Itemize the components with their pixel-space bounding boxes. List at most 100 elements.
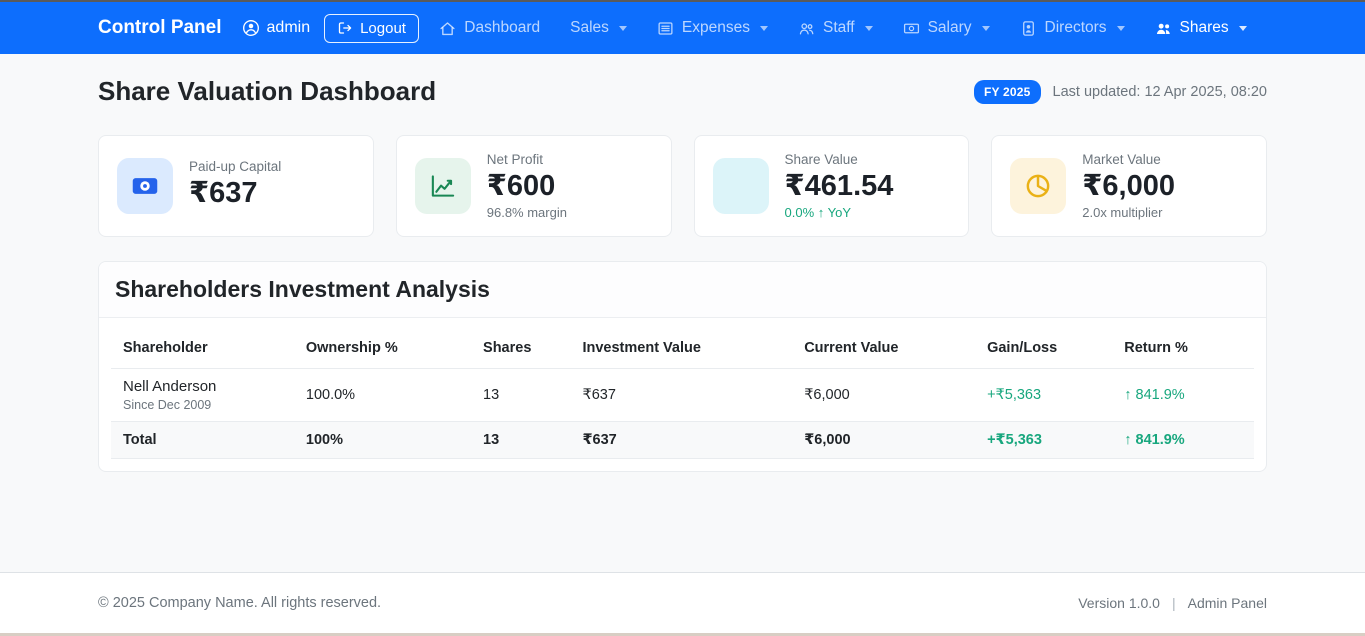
nav-label: Sales <box>570 19 609 37</box>
nav-item-shares[interactable]: Shares <box>1155 19 1247 37</box>
stat-card-net-profit: Net Profit ₹600 96.8% margin <box>396 135 672 237</box>
person-circle-icon <box>242 19 260 37</box>
nav-label: Dashboard <box>464 19 540 37</box>
nav-item-expenses[interactable]: Expenses <box>657 19 768 37</box>
table-header-row: Shareholder Ownership % Shares Investmen… <box>111 330 1254 369</box>
table-row: Nell Anderson Since Dec 2009 100.0% 13 ₹… <box>111 369 1254 422</box>
stat-subtitle-yoy: 0.0% ↑ YoY <box>785 205 894 220</box>
cell-investment: ₹637 <box>570 369 792 422</box>
total-return: ↑ 841.9% <box>1112 422 1254 459</box>
col-current-value: Current Value <box>792 330 975 369</box>
nav-item-dashboard[interactable]: Dashboard <box>439 19 540 37</box>
stat-value: ₹637 <box>189 177 281 210</box>
banknote-icon <box>117 158 173 214</box>
logout-label: Logout <box>360 20 406 37</box>
nav-item-staff[interactable]: Staff <box>798 19 873 37</box>
nav-label: Staff <box>823 19 855 37</box>
stat-card-market-value: Market Value ₹6,000 2.0x multiplier <box>991 135 1267 237</box>
col-investment-value: Investment Value <box>570 330 792 369</box>
box-arrow-right-icon <box>337 20 353 36</box>
stat-value: ₹6,000 <box>1082 170 1175 203</box>
cell-current: ₹6,000 <box>792 369 975 422</box>
chevron-down-icon <box>1117 26 1125 31</box>
nav-label: Salary <box>928 19 972 37</box>
col-ownership: Ownership % <box>294 330 471 369</box>
footer-right: Version 1.0.0 | Admin Panel <box>1078 595 1267 611</box>
people-icon <box>798 20 815 37</box>
page-footer: © 2025 Company Name. All rights reserved… <box>0 572 1365 633</box>
graph-up-icon <box>415 158 471 214</box>
nav-label: Shares <box>1180 19 1229 37</box>
cell-gain: +₹5,363 <box>975 369 1112 422</box>
cell-ownership: 100.0% <box>294 369 471 422</box>
user-menu[interactable]: admin <box>242 19 311 37</box>
chevron-down-icon <box>1239 26 1247 31</box>
nav-item-salary[interactable]: Salary <box>903 19 990 37</box>
col-shareholder: Shareholder <box>111 330 294 369</box>
page-title: Share Valuation Dashboard <box>98 76 436 107</box>
stat-label: Paid-up Capital <box>189 159 281 174</box>
analysis-title: Shareholders Investment Analysis <box>115 276 1250 303</box>
stat-cards-row: Paid-up Capital ₹637 Net Profit ₹600 96.… <box>98 135 1267 237</box>
last-updated-text: Last updated: 12 Apr 2025, 08:20 <box>1053 84 1267 100</box>
total-label: Total <box>111 422 294 459</box>
analysis-card-body: Shareholder Ownership % Shares Investmen… <box>99 318 1266 471</box>
chevron-down-icon <box>982 26 990 31</box>
col-gain-loss: Gain/Loss <box>975 330 1112 369</box>
user-name: admin <box>267 19 311 37</box>
total-ownership: 100% <box>294 422 471 459</box>
stat-value: ₹461.54 <box>785 170 894 203</box>
total-gain: +₹5,363 <box>975 422 1112 459</box>
stat-value: ₹600 <box>487 170 567 203</box>
cell-return: ↑ 841.9% <box>1112 369 1254 422</box>
analysis-card-header: Shareholders Investment Analysis <box>99 262 1266 318</box>
table-total-row: Total 100% 13 ₹637 ₹6,000 +₹5,363 ↑ 841.… <box>111 422 1254 459</box>
stat-text: Share Value ₹461.54 0.0% ↑ YoY <box>785 152 894 220</box>
stat-label: Market Value <box>1082 152 1175 167</box>
main-content: Share Valuation Dashboard FY 2025 Last u… <box>0 54 1365 572</box>
stat-label: Net Profit <box>487 152 567 167</box>
shareholder-since: Since Dec 2009 <box>123 398 282 412</box>
chevron-down-icon <box>865 26 873 31</box>
stat-text: Paid-up Capital ₹637 <box>189 159 281 212</box>
page-header-right: FY 2025 Last updated: 12 Apr 2025, 08:20 <box>974 80 1267 104</box>
nav-label: Directors <box>1045 19 1107 37</box>
nav-item-sales[interactable]: Sales <box>570 19 627 37</box>
house-icon <box>439 20 456 37</box>
nav-menu: Dashboard Sales Expenses Staff Salary <box>439 19 1246 37</box>
chevron-down-icon <box>619 26 627 31</box>
stat-subtitle: 2.0x multiplier <box>1082 205 1175 220</box>
logout-button[interactable]: Logout <box>324 14 419 43</box>
col-shares: Shares <box>471 330 570 369</box>
analysis-card: Shareholders Investment Analysis Shareho… <box>98 261 1267 472</box>
stat-text: Net Profit ₹600 96.8% margin <box>487 152 567 220</box>
fiscal-year-badge: FY 2025 <box>974 80 1041 104</box>
share-value-icon-box <box>713 158 769 214</box>
stat-card-share-value: Share Value ₹461.54 0.0% ↑ YoY <box>694 135 970 237</box>
total-shares: 13 <box>471 422 570 459</box>
stat-card-paid-up-capital: Paid-up Capital ₹637 <box>98 135 374 237</box>
top-navbar: Control Panel admin Logout Dashboard Sal… <box>0 2 1365 54</box>
cell-shareholder: Nell Anderson Since Dec 2009 <box>111 369 294 422</box>
shareholders-table: Shareholder Ownership % Shares Investmen… <box>111 330 1254 459</box>
copyright-text: © 2025 Company Name. All rights reserved… <box>98 595 381 611</box>
brand-title: Control Panel <box>98 17 222 39</box>
cell-shares: 13 <box>471 369 570 422</box>
card-list-icon <box>657 20 674 37</box>
footer-divider: | <box>1172 595 1176 611</box>
cash-icon <box>903 20 920 37</box>
pie-chart-icon <box>1010 158 1066 214</box>
chevron-down-icon <box>760 26 768 31</box>
admin-panel-text: Admin Panel <box>1188 595 1267 611</box>
person-badge-icon <box>1020 20 1037 37</box>
page-header: Share Valuation Dashboard FY 2025 Last u… <box>98 76 1267 107</box>
nav-item-directors[interactable]: Directors <box>1020 19 1125 37</box>
nav-label: Expenses <box>682 19 750 37</box>
version-text: Version 1.0.0 <box>1078 595 1160 611</box>
total-current: ₹6,000 <box>792 422 975 459</box>
total-investment: ₹637 <box>570 422 792 459</box>
stat-subtitle: 96.8% margin <box>487 205 567 220</box>
shareholder-name: Nell Anderson <box>123 378 282 395</box>
stat-label: Share Value <box>785 152 894 167</box>
people-fill-icon <box>1155 20 1172 37</box>
